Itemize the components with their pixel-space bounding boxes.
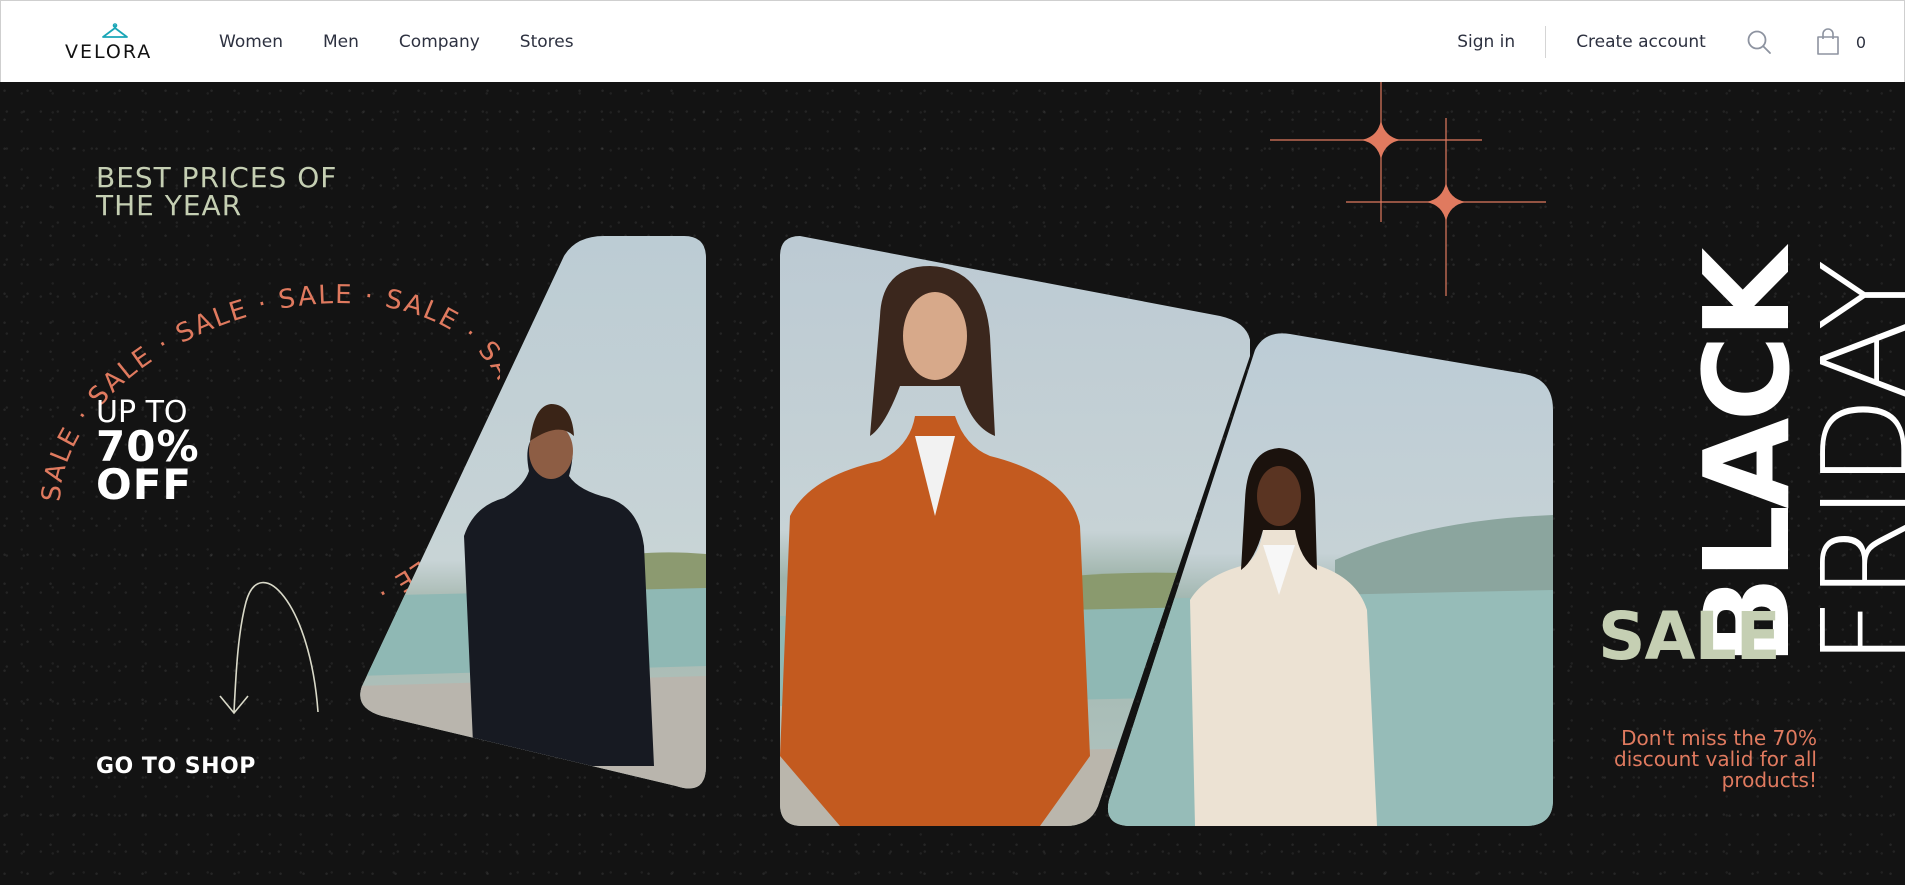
site-header: VELORA Women Men Company Stores Sign in … — [0, 0, 1905, 82]
nav-link-women[interactable]: Women — [219, 32, 283, 52]
nav-link-company[interactable]: Company — [399, 32, 480, 52]
cart-button[interactable]: 0 — [1816, 28, 1866, 56]
header-actions: Sign in Create account 0 — [1457, 1, 1904, 83]
hanger-logo-icon — [102, 23, 128, 38]
discount-headline: 70% OFF — [96, 422, 200, 509]
model-photo-panels — [340, 152, 1560, 826]
curved-arrow-icon — [219, 581, 319, 715]
nav-link-men[interactable]: Men — [323, 32, 359, 52]
title-sale: SALE — [1598, 598, 1781, 675]
black-friday-hero-banner[interactable]: BEST PRICES OF THE YEAR SALE · SALE · SA… — [0, 82, 1905, 885]
nav-link-stores[interactable]: Stores — [520, 32, 574, 52]
model-photo-black-suit — [354, 236, 779, 826]
cart-count: 0 — [1855, 32, 1866, 52]
search-button[interactable] — [1746, 29, 1772, 55]
shopping-bag-icon — [1817, 28, 1839, 55]
brand-name: VELORA — [65, 41, 153, 63]
sign-in-link[interactable]: Sign in — [1457, 32, 1515, 52]
main-nav: Women Men Company Stores — [219, 1, 574, 83]
create-account-link[interactable]: Create account — [1576, 32, 1706, 52]
go-to-shop-button[interactable]: GO TO SHOP — [96, 754, 256, 779]
promo-text: Don't miss the 70% discount valid for al… — [1614, 726, 1817, 792]
title-friday: FRIDAY — [1796, 260, 1905, 666]
search-icon — [1747, 30, 1771, 54]
header-divider — [1545, 26, 1547, 58]
brand-logo[interactable]: VELORA — [65, 23, 161, 63]
model-photo-cream-suit — [1095, 330, 1555, 826]
